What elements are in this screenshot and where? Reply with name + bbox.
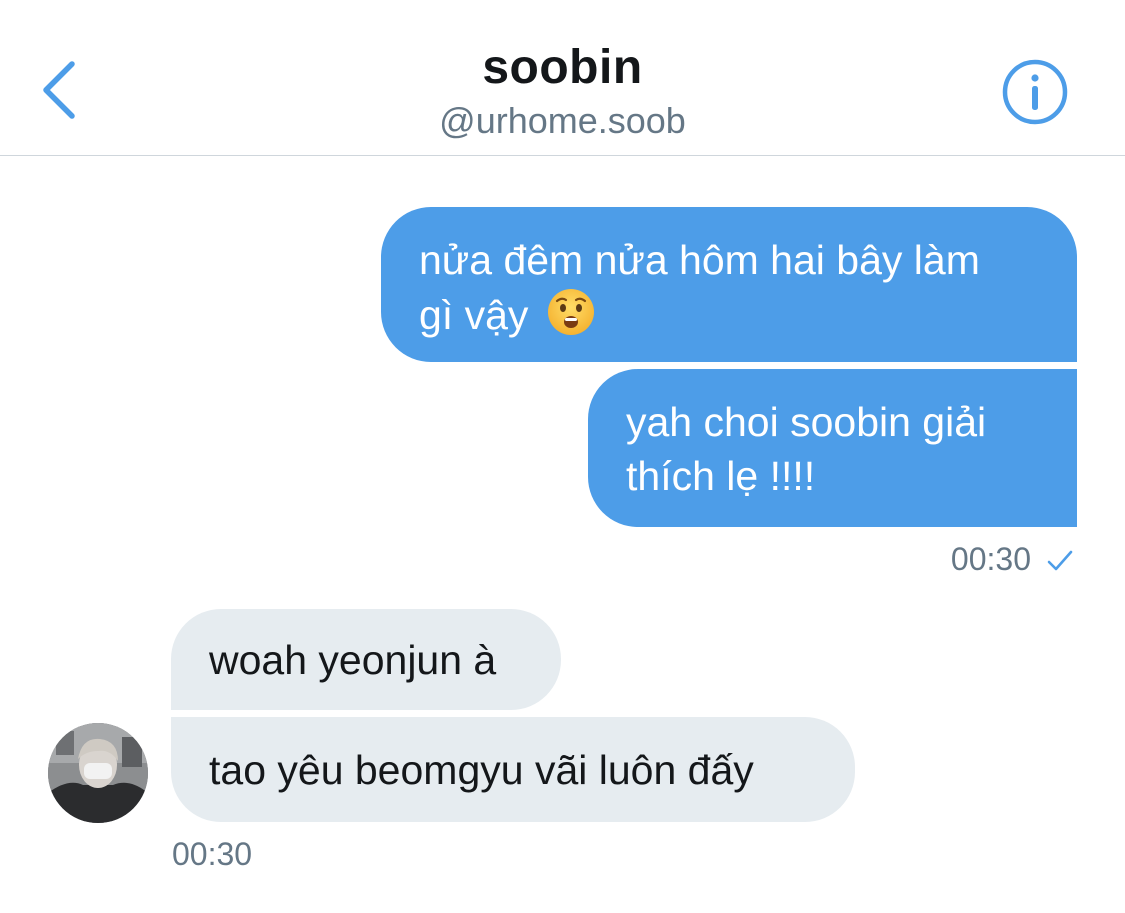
message-text: woah yeonjun à (209, 637, 497, 683)
conversation-handle[interactable]: @urhome.soob (0, 100, 1125, 142)
message-text-line: nửa đêm nửa hôm hai bây làm (419, 237, 980, 283)
dm-conversation-screen: soobin @urhome.soob nửa đêm nửa hôm hai … (0, 0, 1125, 913)
incoming-timestamp: 00:30 (172, 836, 253, 872)
outgoing-timestamp: 00:30 (950, 541, 1031, 577)
avatar[interactable] (48, 723, 148, 823)
conversation-header: soobin @urhome.soob (0, 0, 1125, 156)
info-circle-icon (1002, 59, 1068, 125)
anguished-face-emoji-icon (546, 287, 596, 337)
conversation-title[interactable]: soobin (0, 40, 1125, 95)
message-text: tao yêu beomgyu vãi luôn đấy (209, 747, 754, 793)
message-text-line: gì vậy (419, 292, 529, 338)
incoming-message-bubble[interactable]: woah yeonjun à (171, 609, 561, 710)
incoming-message-bubble[interactable]: tao yêu beomgyu vãi luôn đấy (171, 717, 855, 822)
message-text-line: thích lẹ !!!! (626, 453, 816, 499)
outgoing-message-bubble[interactable]: nửa đêm nửa hôm hai bây làm gì vậy (381, 207, 1077, 362)
checkmark-icon (1047, 550, 1073, 571)
outgoing-message-bubble[interactable]: yah choi soobin giải thích lẹ !!!! (588, 369, 1077, 527)
info-button[interactable] (1001, 58, 1069, 126)
message-text-line: yah choi soobin giải (626, 399, 987, 445)
